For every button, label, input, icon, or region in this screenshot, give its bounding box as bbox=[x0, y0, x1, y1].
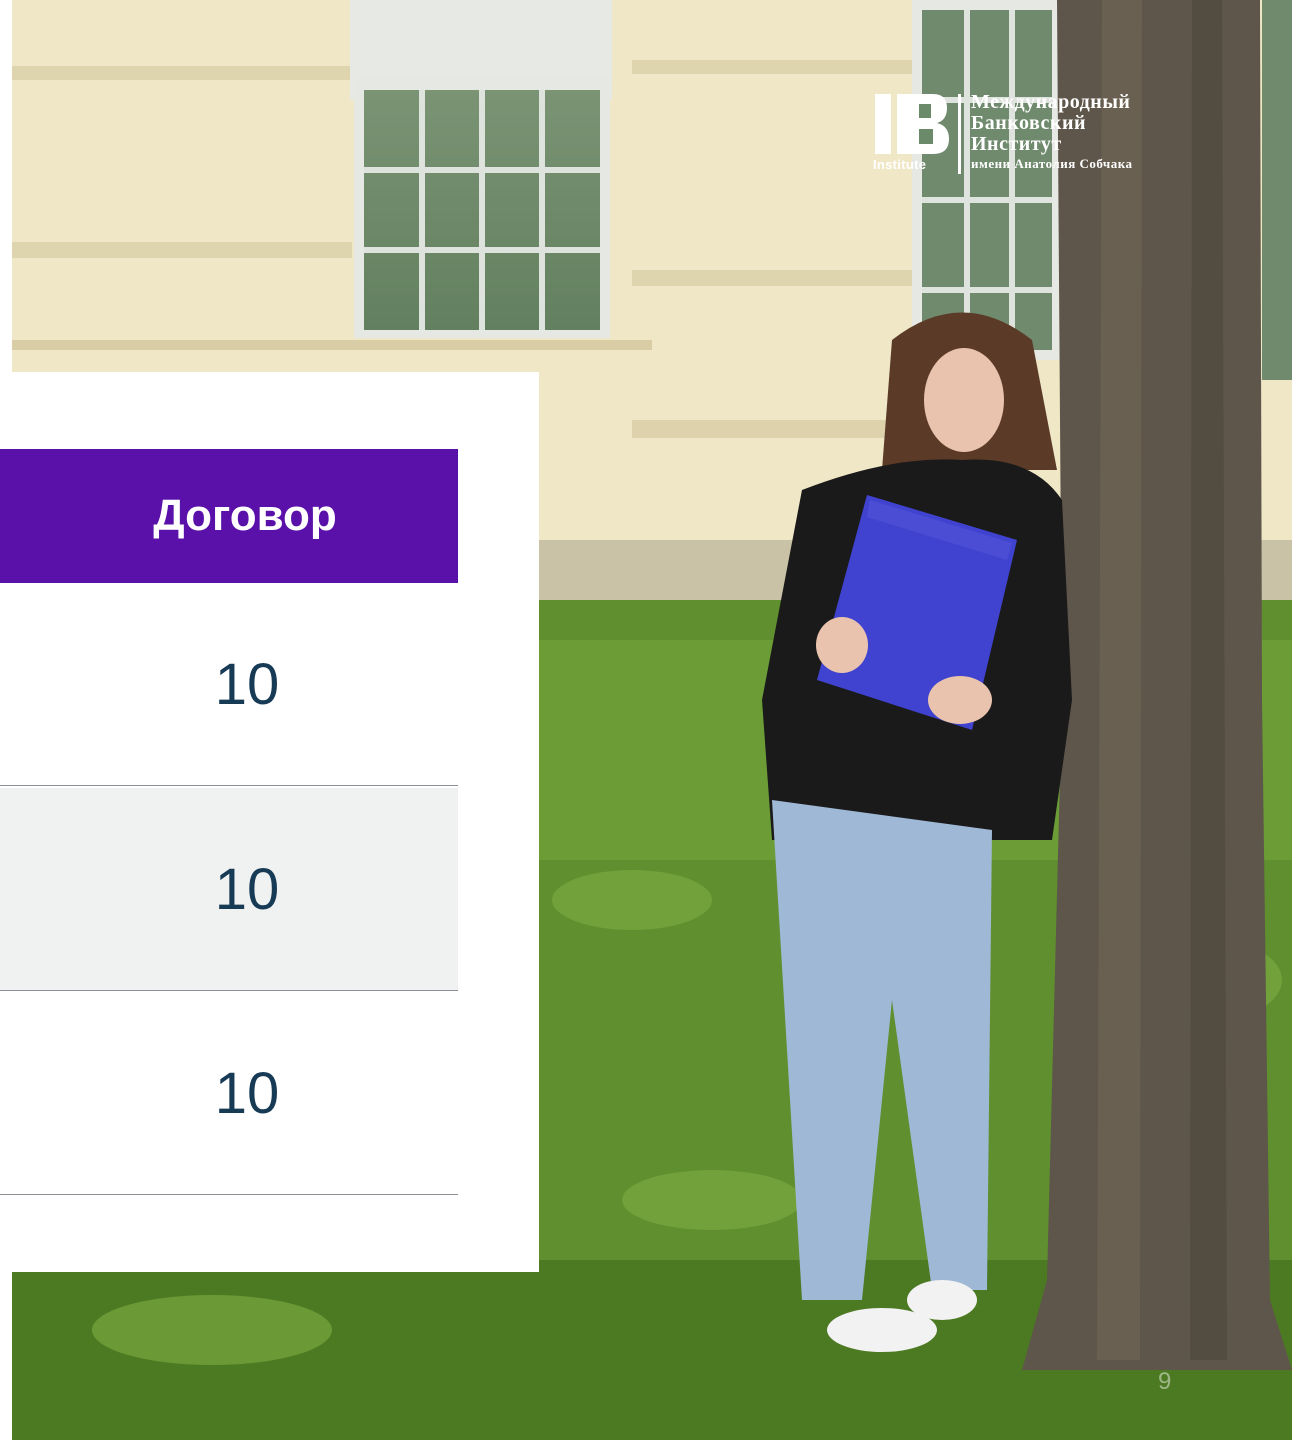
logo-line-1: Международный bbox=[971, 91, 1131, 113]
page-number: 9 bbox=[1158, 1368, 1172, 1395]
logo-divider bbox=[958, 94, 961, 174]
table-header: Договор bbox=[0, 449, 458, 583]
table-cell-value: 10 bbox=[214, 1060, 280, 1126]
table-row: 10 bbox=[0, 788, 458, 991]
table-row: 10 bbox=[0, 992, 458, 1195]
logo-line-2: Банковский bbox=[971, 112, 1086, 134]
slide: Institute Международный Банковский Инсти… bbox=[0, 0, 1292, 1440]
logo-line-3: Институт bbox=[971, 133, 1062, 155]
logo-text: Международный Банковский Институт имени … bbox=[971, 92, 1186, 173]
table-cell-value: 10 bbox=[214, 856, 280, 922]
institute-logo: Institute Международный Банковский Инсти… bbox=[873, 92, 1183, 176]
window-left bbox=[350, 0, 612, 338]
table-panel: Договор 10 10 10 bbox=[0, 372, 539, 1272]
logo-institute-label: Institute bbox=[873, 157, 927, 172]
table-header-label: Договор bbox=[153, 491, 337, 540]
table-row: 10 bbox=[0, 583, 458, 786]
table-cell-value: 10 bbox=[214, 651, 280, 717]
logo-line-4: имени Анатолия Собчака bbox=[971, 156, 1133, 171]
